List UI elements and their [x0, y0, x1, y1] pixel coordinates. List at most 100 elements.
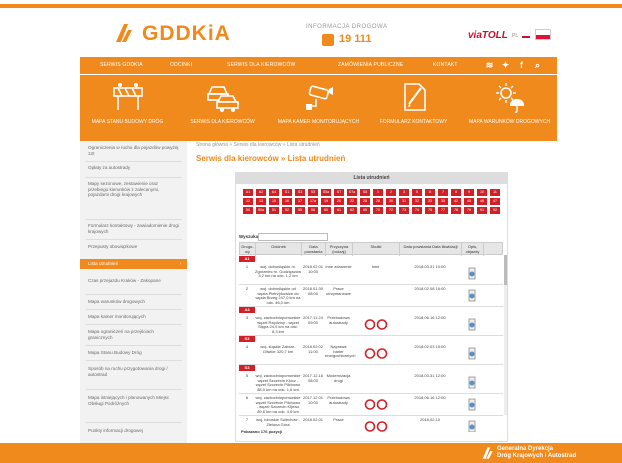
breadcrumb[interactable]: Strona główna » Serwis dla kierowców » L…	[196, 142, 320, 148]
road-chip[interactable]: 13	[256, 198, 266, 205]
detour-info-icon[interactable]	[466, 318, 478, 333]
road-chip[interactable]: 52	[282, 207, 292, 214]
detour-info-icon[interactable]	[466, 267, 478, 282]
road-chip[interactable]: 77	[438, 207, 448, 214]
road-chip[interactable]: 17a	[308, 198, 318, 205]
road-chip[interactable]: 45	[464, 198, 474, 205]
road-chip[interactable]: S7a	[347, 189, 357, 196]
table-row[interactable]: 3 woj. zachodniopomorskie węzeł Rzędziny …	[239, 314, 503, 336]
road-chip[interactable]: 31	[399, 198, 409, 205]
column-header[interactable]: Data powstania Data likwidacji	[400, 243, 462, 256]
rss-icon[interactable]: ≋	[484, 60, 495, 71]
road-chip[interactable]: 42	[451, 198, 461, 205]
facebook-icon[interactable]: f	[516, 60, 527, 71]
road-chip[interactable]: 78	[451, 207, 461, 214]
road-chip[interactable]: 65	[360, 207, 370, 214]
search-input[interactable]	[258, 233, 328, 241]
road-chip[interactable]: 55	[295, 207, 305, 214]
road-chip[interactable]: S5	[308, 189, 318, 196]
road-chip[interactable]: 20	[334, 198, 344, 205]
nav-item-serwis[interactable]: SERWIS GDDKiA	[100, 62, 143, 68]
column-header[interactable]: Drogo-wy	[240, 243, 256, 256]
road-chip[interactable]: 79	[464, 207, 474, 214]
road-chip[interactable]: 56	[308, 207, 318, 214]
road-chip[interactable]: 91	[477, 207, 487, 214]
column-header[interactable]: Odcinek	[256, 243, 302, 256]
detour-info-icon[interactable]	[466, 420, 478, 432]
sidebar-item[interactable]: Sposób na ruchu przygotowania drogi / au…	[80, 366, 187, 377]
sidebar-item[interactable]: Mapa warunków drogowych	[80, 299, 187, 305]
sidebar-item[interactable]: Mapy sezonowe, zestawienie oraz przebieg…	[80, 181, 187, 198]
detour-info-icon[interactable]	[466, 347, 478, 362]
road-chip[interactable]: 22	[347, 198, 357, 205]
polish-flag-icon[interactable]	[535, 29, 551, 40]
twitter-icon[interactable]: ✦	[500, 60, 511, 71]
road-chip[interactable]: S1	[282, 189, 292, 196]
phone-number[interactable]: 19 111	[339, 33, 371, 45]
column-header[interactable]: Przyczyna (rodzaj)	[326, 243, 353, 256]
nav-item-zamowienia[interactable]: ZAMÓWIENIA PUBLICZNE	[338, 62, 403, 68]
sidebar-item[interactable]: Mapa istniejących i planowanych Miejsc O…	[80, 395, 187, 406]
road-chip[interactable]: 92	[490, 207, 500, 214]
road-chip[interactable]: S5a	[321, 189, 331, 196]
sidebar-item[interactable]: Czas przejazdu Kraków - Zakopane	[80, 278, 187, 284]
road-chip[interactable]: 11	[490, 189, 500, 196]
sidebar-item-active[interactable]: Lista utrudnień ›	[80, 259, 187, 269]
tile-serwis-kierowcow[interactable]: SERWIS DLA KIEROWCÓW	[175, 75, 270, 141]
road-chip[interactable]: S7	[334, 189, 344, 196]
road-chip[interactable]: 35	[438, 198, 448, 205]
road-chip[interactable]: A4	[269, 189, 279, 196]
sidebar-item[interactable]: Ograniczenia w ruchu dla pojazdów powyże…	[80, 145, 187, 156]
road-chip[interactable]: 3	[399, 189, 409, 196]
nav-item-kontakt[interactable]: KONTAKT	[433, 62, 458, 68]
road-chip[interactable]: 6	[425, 189, 435, 196]
logo-icon[interactable]	[112, 22, 134, 44]
road-chip[interactable]: 5	[412, 189, 422, 196]
detour-info-icon[interactable]	[466, 398, 478, 413]
road-chip[interactable]: 9	[464, 189, 474, 196]
road-chip[interactable]: 61	[334, 207, 344, 214]
table-row[interactable]: 6 woj. zachodniopomorskie węzeł Szczecin …	[239, 394, 503, 416]
detour-info-icon[interactable]	[466, 289, 478, 304]
sidebar-item[interactable]: Przepusty obowiązkowe	[80, 244, 187, 250]
sidebar-item[interactable]: Formularz kontaktowy - zawiadomienie dro…	[80, 223, 187, 234]
road-chip[interactable]: 17	[295, 198, 305, 205]
road-chip[interactable]: 46	[477, 198, 487, 205]
road-chip[interactable]: A1	[243, 189, 253, 196]
road-chip[interactable]: 30	[386, 198, 396, 205]
road-chip[interactable]: 28	[373, 198, 383, 205]
tile-warunki-drogowe[interactable]: MAPA WARUNKÓW DROGOWYCH	[462, 75, 557, 141]
road-chip[interactable]: 62	[347, 207, 357, 214]
sidebar-item[interactable]: Mapa kamer monitorujących	[80, 314, 187, 320]
road-chip[interactable]: 47	[490, 198, 500, 205]
road-chip[interactable]: 2	[386, 189, 396, 196]
nav-item-odcinki[interactable]: ODCINKI	[170, 62, 192, 68]
road-chip[interactable]: 74	[412, 207, 422, 214]
road-chip[interactable]: 25	[360, 198, 370, 205]
sidebar-item[interactable]: Mapa ograniczeń na przejściach graniczny…	[80, 329, 187, 340]
tile-mapa-kamer[interactable]: MAPA KAMER MONITORUJĄCYCH	[271, 75, 366, 141]
road-chip[interactable]: 10	[477, 189, 487, 196]
nav-item-kierowcy[interactable]: SERWIS DLA KIEROWCÓW	[227, 62, 295, 68]
column-header[interactable]: Skutki	[353, 243, 400, 256]
road-chip[interactable]: 32	[412, 198, 422, 205]
table-row[interactable]: 5 woj. zachodniopomorskie węzeł Szczecin …	[239, 372, 503, 394]
road-chip[interactable]: 50a	[256, 207, 266, 214]
road-chip[interactable]: 73	[399, 207, 409, 214]
search-icon[interactable]: ⌕	[532, 60, 543, 71]
road-chip[interactable]: 33	[425, 198, 435, 205]
sidebar-item[interactable]: Opłaty za autostrady	[80, 165, 187, 171]
road-chip[interactable]: 12	[243, 198, 253, 205]
road-chip[interactable]: S8	[360, 189, 370, 196]
road-chip[interactable]: 8	[451, 189, 461, 196]
road-chip[interactable]: 19	[321, 198, 331, 205]
detour-info-icon[interactable]	[466, 376, 478, 391]
road-chip[interactable]: 60	[321, 207, 331, 214]
road-chip[interactable]: 51	[269, 207, 279, 214]
tile-mapa-stanu-budowy[interactable]: MAPA STANU BUDOWY DRÓG	[80, 75, 175, 141]
road-chip[interactable]: 16	[282, 198, 292, 205]
road-chip[interactable]: 1	[373, 189, 383, 196]
scrollbar-thumb[interactable]	[504, 255, 507, 285]
road-chip[interactable]: 15	[269, 198, 279, 205]
table-scrollbar[interactable]	[504, 255, 507, 415]
